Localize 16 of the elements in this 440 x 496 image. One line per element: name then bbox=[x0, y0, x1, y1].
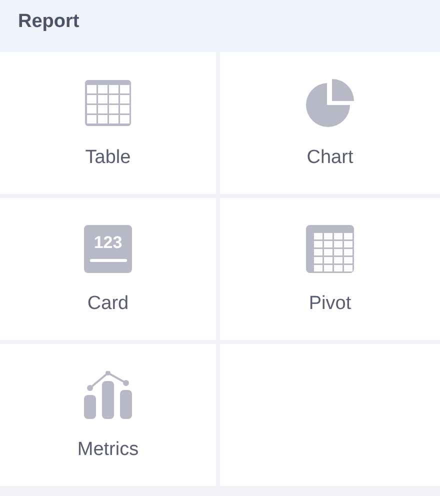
number-card-icon: 123 bbox=[84, 225, 132, 273]
report-type-tile[interactable]: Metrics bbox=[0, 344, 216, 486]
tile-label: Pivot bbox=[308, 293, 352, 315]
bar-chart-icon bbox=[84, 371, 132, 419]
grid-icon bbox=[306, 225, 354, 273]
section-title: Report bbox=[18, 11, 80, 33]
tile-label: Card bbox=[87, 293, 129, 315]
tile-label: Metrics bbox=[77, 439, 139, 461]
tile-label: Table bbox=[85, 147, 131, 169]
pie-chart-icon bbox=[306, 79, 354, 127]
report-type-tile[interactable]: Pivot bbox=[220, 198, 440, 340]
report-type-tile[interactable]: Chart bbox=[220, 52, 440, 194]
table-icon bbox=[84, 79, 132, 127]
report-type-tile[interactable]: 123 Card bbox=[0, 198, 216, 340]
report-type-tile[interactable]: Table bbox=[0, 52, 216, 194]
tile-label: Chart bbox=[306, 147, 354, 169]
